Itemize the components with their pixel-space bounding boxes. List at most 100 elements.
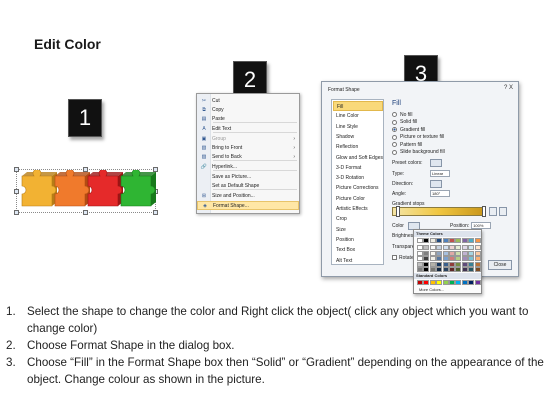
color-swatch[interactable] (474, 250, 481, 256)
color-swatch[interactable] (461, 250, 468, 256)
color-swatch[interactable] (442, 261, 449, 267)
color-swatch[interactable] (436, 250, 443, 256)
nav-item-alt-text[interactable]: Alt Text (333, 256, 383, 266)
color-swatch[interactable] (455, 261, 462, 267)
color-swatch[interactable] (442, 256, 449, 262)
menu-item-format-shape[interactable]: ◈ Format Shape... (197, 201, 299, 210)
nav-item-artistic-effects[interactable]: Artistic Effects (333, 204, 383, 214)
color-swatch[interactable] (468, 238, 475, 243)
color-swatch[interactable] (423, 250, 430, 256)
color-swatch[interactable] (449, 238, 455, 243)
nav-item-reflection[interactable]: Reflection (333, 142, 383, 152)
color-swatch[interactable] (429, 280, 436, 285)
color-swatch[interactable] (468, 256, 475, 262)
color-swatch[interactable] (455, 267, 462, 272)
color-swatch[interactable] (442, 280, 449, 285)
angle-input[interactable]: 180° (430, 190, 450, 197)
nav-item-position[interactable]: Position (333, 235, 383, 245)
color-swatch[interactable] (442, 238, 449, 243)
color-swatch[interactable] (417, 250, 423, 256)
nav-item-crop[interactable]: Crop (333, 214, 383, 224)
color-swatch[interactable] (429, 256, 436, 262)
rotate-checkbox-row[interactable]: Rotate (392, 253, 414, 262)
color-swatch[interactable] (436, 261, 443, 267)
color-swatch[interactable] (455, 245, 462, 251)
color-swatch[interactable] (436, 256, 443, 262)
color-swatch[interactable] (468, 280, 475, 285)
menu-item-paste[interactable]: ▤ Paste (197, 114, 299, 123)
color-swatch[interactable] (429, 267, 436, 272)
menu-item-copy[interactable]: ⧉ Copy (197, 105, 299, 114)
color-swatch[interactable] (468, 250, 475, 256)
type-combo[interactable]: Linear (430, 170, 450, 177)
close-button[interactable]: Close (488, 260, 512, 270)
radio-button[interactable] (392, 127, 397, 132)
color-swatch[interactable] (423, 256, 430, 262)
nav-item-text-box[interactable]: Text Box (333, 245, 383, 255)
color-swatch[interactable] (417, 261, 423, 267)
puzzle-piece[interactable] (21, 170, 57, 207)
color-swatch[interactable] (429, 250, 436, 256)
more-colors-link[interactable]: More Colors... (419, 287, 444, 292)
color-swatch[interactable] (417, 245, 423, 251)
menu-item-set-as-default-shape[interactable]: Set as Default Shape (197, 181, 299, 190)
position-input[interactable]: 100% (471, 222, 492, 229)
color-swatch[interactable] (436, 238, 443, 243)
color-swatch[interactable] (423, 238, 430, 243)
color-swatch[interactable] (429, 238, 436, 243)
color-swatch[interactable] (468, 261, 475, 267)
fill-option-slide-background-fill[interactable]: Slide background fill (392, 149, 445, 156)
fill-option-pattern-fill[interactable]: Pattern fill (392, 141, 422, 148)
menu-item-cut[interactable]: ✂ Cut (197, 96, 299, 105)
color-swatch[interactable] (474, 280, 481, 285)
dialog-help-close-icons[interactable]: ? X (504, 85, 513, 91)
nav-item-fill[interactable]: Fill (333, 101, 383, 111)
color-swatch[interactable] (449, 256, 455, 262)
radio-button[interactable] (392, 112, 397, 117)
fill-option-gradient-fill[interactable]: Gradient fill (392, 126, 425, 133)
nav-item-size[interactable]: Size (333, 225, 383, 235)
radio-button[interactable] (392, 134, 397, 140)
gradient-stop-handle[interactable] (482, 206, 486, 217)
menu-item-hyperlink[interactable]: 🔗 Hyperlink... (197, 162, 299, 171)
nav-item-picture-corrections[interactable]: Picture Corrections (333, 183, 383, 193)
color-swatch[interactable] (474, 261, 481, 267)
color-swatch[interactable] (455, 256, 462, 262)
color-swatch[interactable] (461, 261, 468, 267)
fill-option-no-fill[interactable]: No fill (392, 111, 413, 118)
fill-option-picture-or-texture-fill[interactable]: Picture or texture fill (392, 134, 444, 141)
menu-item-bring-to-front[interactable]: ▧ Bring to Front › (197, 143, 299, 152)
color-swatch[interactable] (468, 245, 475, 251)
color-swatch[interactable] (442, 267, 449, 272)
color-swatch[interactable] (461, 256, 468, 262)
puzzle-piece[interactable] (87, 170, 123, 207)
menu-item-edit-text[interactable]: A Edit Text (197, 124, 299, 133)
rotate-checkbox[interactable] (392, 255, 397, 260)
color-swatch[interactable] (455, 280, 462, 285)
menu-item-save-as-picture[interactable]: Save as Picture... (197, 172, 299, 181)
color-swatch[interactable] (423, 261, 430, 267)
color-swatch[interactable] (436, 267, 443, 272)
color-swatch[interactable] (442, 245, 449, 251)
color-swatch[interactable] (429, 245, 436, 251)
color-swatch[interactable] (423, 245, 430, 251)
color-swatch[interactable] (423, 280, 430, 285)
color-swatch[interactable] (449, 280, 455, 285)
color-swatch[interactable] (417, 267, 423, 272)
puzzle-pieces-graphic[interactable] (18, 170, 158, 214)
menu-item-size-and-position[interactable]: ⊞ Size and Position... (197, 191, 299, 200)
color-swatch[interactable] (449, 250, 455, 256)
color-swatch[interactable] (461, 267, 468, 272)
color-swatch[interactable] (449, 261, 455, 267)
color-swatch[interactable] (474, 267, 481, 272)
nav-item-glow-and-soft-edges[interactable]: Glow and Soft Edges (333, 153, 383, 163)
color-swatch[interactable] (468, 267, 475, 272)
color-swatch[interactable] (436, 245, 443, 251)
color-swatch[interactable] (423, 267, 430, 272)
color-swatch[interactable] (461, 238, 468, 243)
color-swatch[interactable] (461, 245, 468, 251)
puzzle-piece[interactable] (54, 170, 90, 207)
color-swatch[interactable] (455, 238, 462, 243)
color-swatch[interactable] (436, 280, 443, 285)
nav-item-line-style[interactable]: Line Style (333, 122, 383, 132)
